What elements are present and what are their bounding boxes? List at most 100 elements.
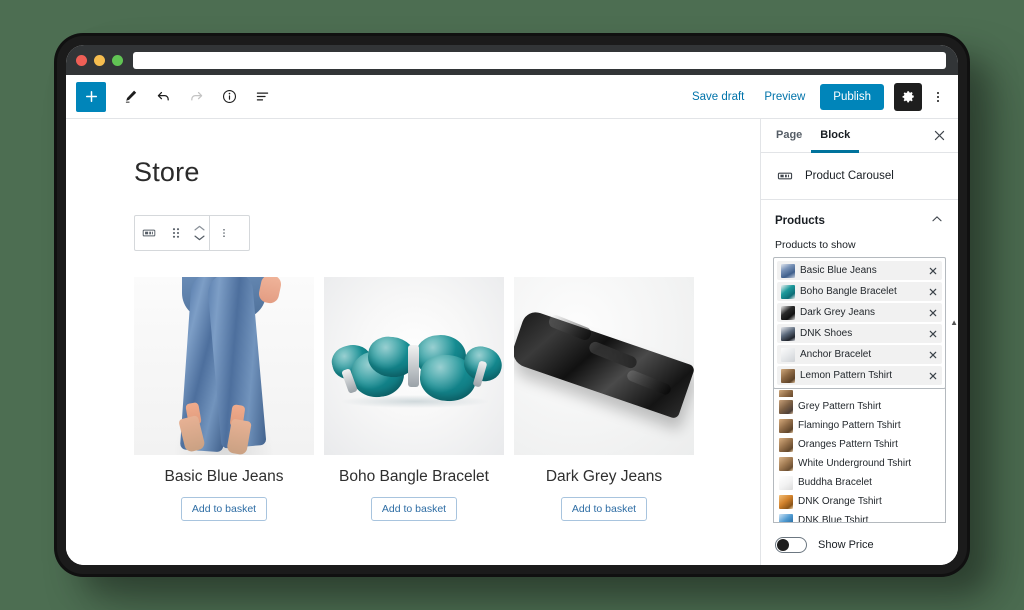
close-icon [929, 288, 936, 295]
vertical-ellipsis-icon [222, 228, 225, 238]
product-thumbnail [779, 390, 793, 397]
close-icon [934, 130, 944, 141]
scroll-up-indicator[interactable]: ▲ [950, 319, 958, 327]
bracelet-shadow [342, 395, 488, 408]
move-down-button[interactable] [193, 233, 206, 242]
products-panel-header[interactable]: Products [761, 200, 958, 239]
suggestion-label: DNK Blue Tshirt [798, 515, 869, 523]
plus-icon [85, 90, 97, 103]
token-label: Anchor Bracelet [800, 349, 872, 360]
redo-icon [190, 91, 202, 101]
product-carousel[interactable]: Basic Blue Jeans Add to basket Boho Bang… [66, 277, 760, 521]
list-view-icon [256, 92, 268, 101]
remove-product-button[interactable] [926, 306, 939, 319]
products-field-label: Products to show [775, 239, 856, 251]
product-thumbnail [781, 347, 795, 362]
vertical-ellipsis-icon [936, 91, 940, 102]
publish-button[interactable]: Publish [820, 83, 884, 110]
info-icon [222, 89, 236, 104]
remove-product-button[interactable] [926, 327, 939, 340]
remove-product-button[interactable] [926, 369, 939, 382]
product-thumbnail [779, 456, 793, 471]
suggestion-item[interactable]: White Underground Tshirt [774, 454, 945, 473]
redo-button[interactable] [181, 82, 211, 112]
browser-chrome [66, 45, 958, 75]
product-card[interactable]: Dark Grey Jeans Add to basket [514, 277, 694, 521]
minimize-window-button[interactable] [94, 54, 105, 66]
products-token-field: Basic Blue Jeans Boho Bangle Bracelet Da… [773, 257, 958, 389]
product-thumbnail [781, 305, 795, 320]
drag-handle-icon [172, 228, 179, 238]
block-editor: Save draft Preview Publish Store Basic B… [66, 75, 958, 565]
suggestion-label: Flamingo Pattern Tshirt [798, 420, 901, 431]
remove-product-button[interactable] [926, 264, 939, 277]
show-price-label: Show Price [818, 539, 874, 551]
product-thumbnail [779, 494, 793, 509]
page-title[interactable]: Store [134, 157, 760, 188]
remove-product-button[interactable] [926, 348, 939, 361]
suggestion-item[interactable]: Flamingo Pattern Tshirt [774, 416, 945, 435]
product-card[interactable]: Basic Blue Jeans Add to basket [134, 277, 314, 521]
close-icon [929, 267, 936, 274]
product-card[interactable]: Boho Bangle Bracelet Add to basket [324, 277, 504, 521]
url-bar[interactable] [133, 51, 946, 69]
suggestion-item[interactable]: Buddha Bracelet [774, 473, 945, 492]
content-structure-button[interactable] [214, 82, 244, 112]
block-card: Product Carousel [761, 153, 958, 200]
boho-bangle-bracelet-photo [324, 277, 504, 455]
edit-mode-button[interactable] [115, 82, 145, 112]
product-thumbnail [779, 437, 793, 452]
editor-body: Store Basic Blue Jeans Add to basket Boh… [66, 119, 958, 565]
remove-product-button[interactable] [926, 285, 939, 298]
selected-product-token[interactable]: DNK Shoes [777, 324, 942, 343]
add-to-basket-button[interactable]: Add to basket [560, 497, 648, 521]
selected-product-token[interactable]: Anchor Bracelet [777, 345, 942, 364]
move-up-button[interactable] [193, 224, 206, 233]
tab-page[interactable]: Page [767, 119, 811, 153]
close-window-button[interactable] [76, 54, 87, 66]
save-draft-button[interactable]: Save draft [683, 85, 753, 109]
chevron-up-icon[interactable] [930, 212, 944, 229]
settings-button[interactable] [894, 82, 922, 111]
block-card-title: Product Carousel [805, 170, 894, 182]
drag-handle-button[interactable] [162, 216, 189, 250]
show-price-toggle[interactable] [775, 537, 807, 553]
suggestion-item[interactable]: Grey Pattern Tshirt [774, 397, 945, 416]
block-more-options-button[interactable] [210, 216, 237, 250]
suggestion-item[interactable]: DNK Blue Tshirt [774, 511, 945, 523]
product-thumbnail [781, 284, 795, 299]
selected-product-token[interactable]: Dark Grey Jeans [777, 303, 942, 322]
gear-icon [902, 91, 914, 103]
product-suggestions-list[interactable]: Grey Pattern Tshirt Flamingo Pattern Tsh… [773, 388, 946, 523]
selected-product-token[interactable]: Lemon Pattern Tshirt [777, 366, 942, 385]
selected-product-token[interactable]: Boho Bangle Bracelet [777, 282, 942, 301]
undo-icon [157, 91, 169, 101]
selected-product-token[interactable]: Basic Blue Jeans [777, 261, 942, 280]
toggle-knob [777, 539, 789, 551]
undo-button[interactable] [148, 82, 178, 112]
suggestion-item[interactable]: DNK Orange Tshirt [774, 492, 945, 511]
suggestion-item[interactable]: Oranges Pattern Tshirt [774, 435, 945, 454]
maximize-window-button[interactable] [112, 54, 123, 66]
product-name: Dark Grey Jeans [545, 468, 663, 485]
tab-block[interactable]: Block [811, 119, 860, 153]
device-screen: Save draft Preview Publish Store Basic B… [66, 45, 958, 565]
close-sidebar-button[interactable] [926, 119, 952, 152]
product-name: Boho Bangle Bracelet [339, 468, 489, 485]
product-thumbnail [779, 399, 793, 414]
editor-toolbar: Save draft Preview Publish [66, 75, 958, 119]
add-to-basket-button[interactable]: Add to basket [370, 497, 458, 521]
block-navigation-button[interactable] [247, 82, 277, 112]
products-panel: Products Products to show Basic Blue Jea… [761, 200, 958, 565]
block-toolbar-main-group [135, 216, 209, 250]
preview-button[interactable]: Preview [755, 85, 814, 109]
product-thumbnail [779, 513, 793, 522]
block-toolbar-more-group [210, 216, 237, 250]
add-block-button[interactable] [76, 81, 106, 112]
editor-canvas[interactable]: Store Basic Blue Jeans Add to basket Boh… [66, 119, 760, 565]
suggestion-label: Buddha Bracelet [798, 477, 872, 488]
more-options-button[interactable] [926, 83, 950, 111]
add-to-basket-button[interactable]: Add to basket [180, 497, 268, 521]
block-type-button[interactable] [135, 216, 162, 250]
token-label: Boho Bangle Bracelet [800, 286, 897, 297]
